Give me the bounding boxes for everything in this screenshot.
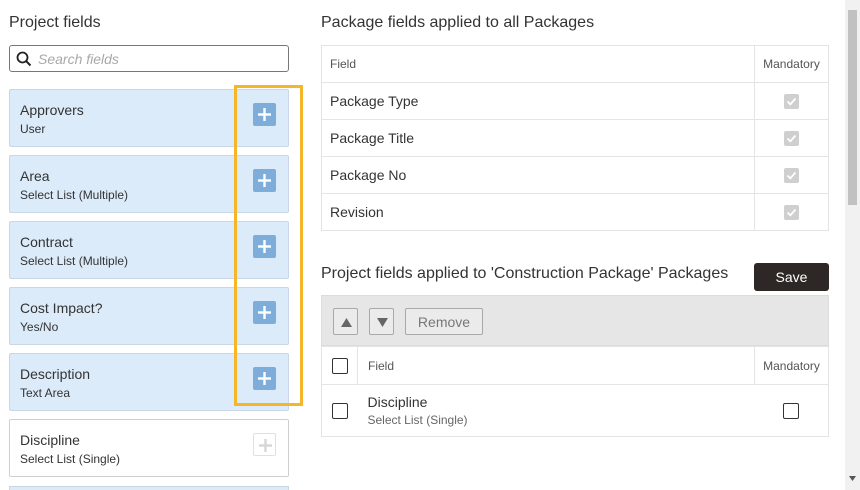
field-name: Package Title	[321, 119, 755, 157]
table-row: Package Title	[321, 119, 829, 157]
table-row: Revision	[321, 193, 829, 231]
table-row: Package Type	[321, 82, 829, 120]
select-all-checkbox[interactable]	[331, 358, 348, 375]
check-icon	[786, 209, 797, 217]
scroll-down-icon[interactable]	[849, 476, 856, 481]
add-field-button-disabled	[253, 433, 276, 456]
remove-button[interactable]: Remove	[405, 308, 483, 335]
search-input[interactable]	[38, 49, 278, 68]
field-type: User	[20, 122, 46, 136]
field-name: Description	[20, 366, 91, 382]
mandatory-column-header: Mandatory	[754, 346, 829, 385]
field-type: Select List (Single)	[367, 413, 468, 427]
triangle-up-icon	[341, 318, 352, 327]
field-type: Select List (Multiple)	[20, 254, 129, 268]
field-name: Discipline	[20, 432, 80, 448]
highlight-box	[234, 85, 303, 406]
row-select-checkbox[interactable]	[331, 403, 348, 420]
check-icon	[786, 172, 797, 180]
package-fields-title: Package fields applied to all Packages	[321, 14, 595, 31]
triangle-down-icon	[377, 318, 388, 327]
field-column-header: Field	[321, 45, 755, 83]
field-column-header: Field	[357, 346, 755, 385]
field-name: Cost Impact?	[20, 300, 103, 316]
project-fields-applied-title: Project fields applied to 'Construction …	[321, 265, 729, 282]
field-name: Revision	[321, 193, 755, 231]
table-row: Package No	[321, 156, 829, 194]
field-name: Package No	[321, 156, 755, 194]
project-fields-title: Project fields	[9, 14, 101, 31]
vertical-scrollbar[interactable]	[845, 0, 860, 490]
project-fields-table: Field Mandatory Discipline Select List (…	[321, 346, 829, 437]
table-row: Discipline Select List (Single)	[322, 385, 829, 437]
package-fields-table: Field Mandatory Package Type Package Tit…	[321, 45, 829, 231]
scrollbar-thumb[interactable]	[848, 10, 857, 205]
field-card-discipline[interactable]: Discipline Select List (Single)	[9, 419, 289, 477]
table-header-row: Field Mandatory	[321, 45, 829, 83]
field-type: Text Area	[20, 386, 71, 400]
move-down-button[interactable]	[369, 308, 394, 335]
search-box[interactable]	[9, 45, 289, 72]
next-field-card-partial[interactable]	[9, 486, 289, 490]
mandatory-checkbox-disabled	[784, 94, 799, 110]
save-button[interactable]: Save	[754, 263, 829, 291]
mandatory-checkbox-disabled	[784, 168, 799, 184]
move-up-button[interactable]	[333, 308, 358, 335]
field-type: Select List (Multiple)	[20, 188, 129, 202]
mandatory-checkbox-disabled	[784, 205, 799, 221]
mandatory-column-header: Mandatory	[754, 45, 829, 83]
fields-toolbar: Remove	[321, 295, 829, 346]
field-name: Contract	[20, 234, 73, 250]
mandatory-checkbox[interactable]	[783, 403, 800, 420]
field-type: Select List (Single)	[20, 452, 121, 466]
field-name: Discipline	[367, 394, 428, 410]
search-icon	[16, 51, 32, 67]
plus-icon	[259, 439, 272, 452]
field-name: Approvers	[20, 102, 84, 118]
mandatory-checkbox-disabled	[784, 131, 799, 147]
table-header-row: Field Mandatory	[321, 346, 829, 385]
check-icon	[786, 98, 797, 106]
check-icon	[786, 135, 797, 143]
field-name: Area	[20, 168, 50, 184]
field-name: Package Type	[321, 82, 755, 120]
field-type: Yes/No	[20, 320, 59, 334]
